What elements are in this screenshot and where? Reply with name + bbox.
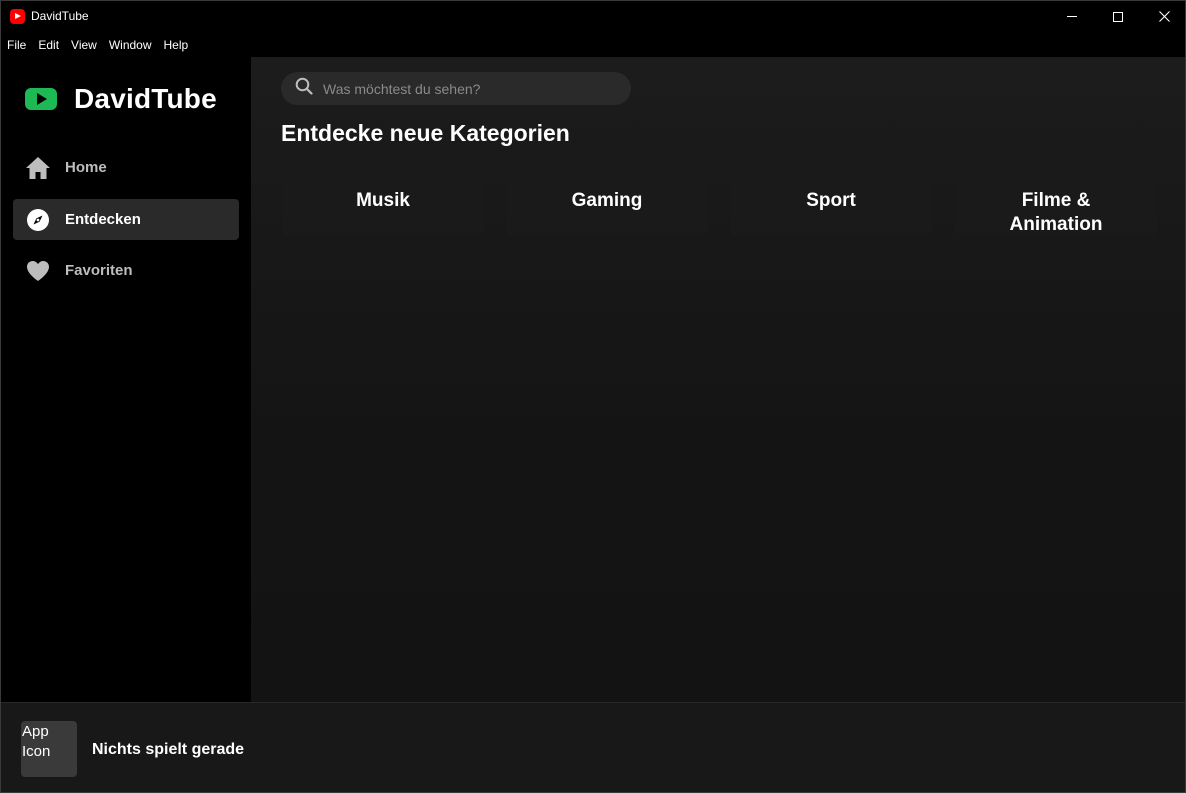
- app-logo-icon: [10, 9, 25, 24]
- heart-icon: [25, 258, 51, 284]
- category-card-sport[interactable]: Sport: [730, 167, 932, 235]
- category-label: Sport: [806, 190, 856, 211]
- sidebar-item-label: Entdecken: [65, 211, 141, 228]
- app-window: DavidTube File Edit View Window Help Dav…: [0, 0, 1186, 793]
- window-title: DavidTube: [31, 9, 89, 23]
- menu-view[interactable]: View: [71, 38, 97, 52]
- menu-file[interactable]: File: [7, 38, 26, 52]
- main-content: Entdecke neue Kategorien Musik Gaming Sp…: [251, 57, 1185, 702]
- sidebar-item-home[interactable]: Home: [13, 147, 239, 188]
- sidebar-item-entdecken[interactable]: Entdecken: [13, 199, 239, 240]
- minimize-icon: [1067, 16, 1077, 17]
- menu-help[interactable]: Help: [164, 38, 189, 52]
- search-input[interactable]: [323, 80, 613, 97]
- sidebar-item-label: Favoriten: [65, 262, 133, 279]
- search-icon: [295, 77, 313, 100]
- player-bar: App Icon Nichts spielt gerade: [1, 702, 1185, 792]
- category-label: Musik: [356, 190, 410, 211]
- menu-edit[interactable]: Edit: [38, 38, 59, 52]
- search-bar[interactable]: [281, 72, 631, 105]
- maximize-button[interactable]: [1095, 1, 1141, 32]
- album-art: App Icon: [21, 721, 77, 777]
- menu-bar: File Edit View Window Help: [1, 32, 1185, 57]
- category-label: Filme & Animation: [1009, 190, 1103, 235]
- brand-logo[interactable]: DavidTube: [25, 83, 217, 115]
- category-card-musik[interactable]: Musik: [282, 167, 484, 235]
- sidebar: DavidTube Home Entdecken Favoriten: [1, 57, 251, 702]
- page-title: Entdecke neue Kategorien: [281, 120, 570, 146]
- close-button[interactable]: [1141, 1, 1185, 32]
- now-playing-status: Nichts spielt gerade: [92, 741, 245, 758]
- maximize-icon: [1113, 11, 1123, 22]
- brand-name: DavidTube: [74, 83, 217, 114]
- compass-icon: [25, 207, 51, 233]
- category-card-filme-animation[interactable]: Filme & Animation: [955, 167, 1157, 235]
- category-card-gaming[interactable]: Gaming: [506, 167, 708, 235]
- category-label: Gaming: [571, 190, 643, 211]
- home-icon: [25, 155, 51, 181]
- menu-window[interactable]: Window: [109, 38, 152, 52]
- close-icon: [1158, 11, 1170, 22]
- title-bar[interactable]: DavidTube: [1, 1, 1185, 32]
- minimize-button[interactable]: [1049, 1, 1095, 32]
- sidebar-item-label: Home: [65, 159, 107, 176]
- sidebar-item-favoriten[interactable]: Favoriten: [13, 250, 239, 291]
- play-logo-icon: [25, 88, 57, 110]
